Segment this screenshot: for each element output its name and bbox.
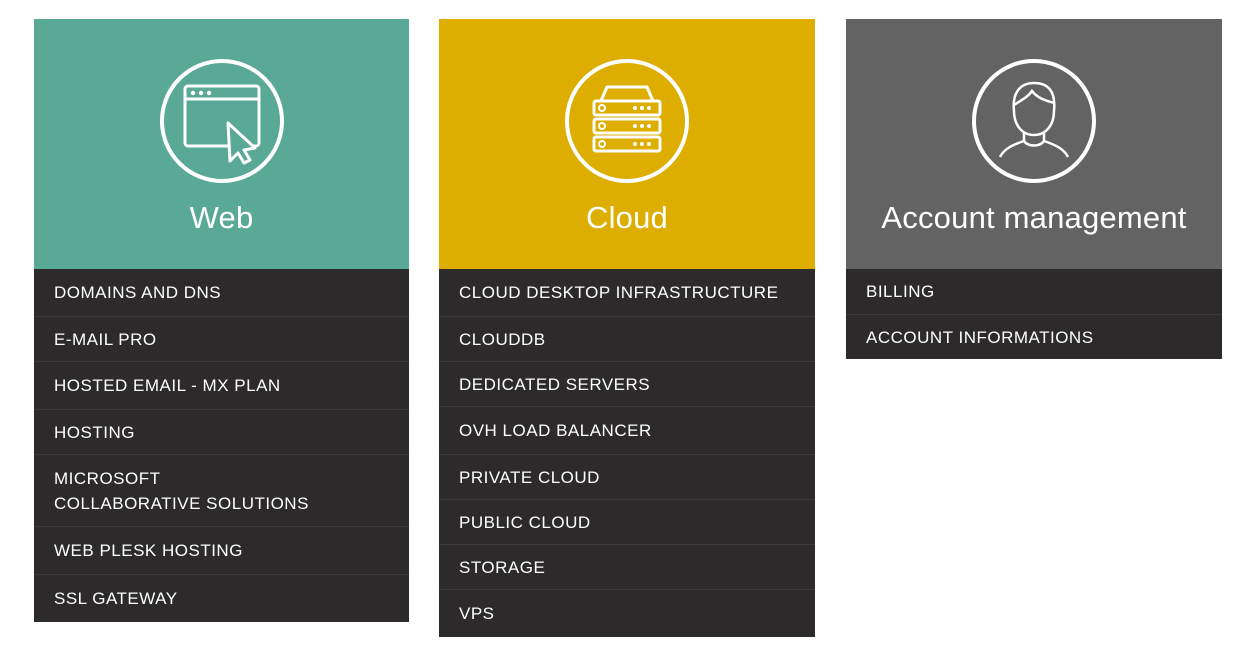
menu-item-email-pro[interactable]: E-MAIL PRO (34, 316, 409, 361)
menu-item-label-line1: MICROSOFT (54, 468, 161, 488)
web-card-header: Web (34, 19, 409, 269)
menu-item-vps[interactable]: VPS (439, 589, 815, 637)
account-card-title: Account management (881, 200, 1187, 235)
menu-item-public-cloud[interactable]: PUBLIC CLOUD (439, 499, 815, 544)
menu-item-billing[interactable]: BILLING (846, 269, 1222, 314)
account-card: Account management BILLING ACCOUNT INFOR… (846, 19, 1222, 359)
menu-item-account-informations[interactable]: ACCOUNT INFORMATIONS (846, 314, 1222, 359)
menu-item-private-cloud[interactable]: PRIVATE CLOUD (439, 454, 815, 499)
cloud-card-title: Cloud (586, 200, 668, 235)
web-menu: DOMAINS AND DNS E-MAIL PRO HOSTED EMAIL … (34, 269, 409, 622)
menu-item-dedicated-servers[interactable]: DEDICATED SERVERS (439, 361, 815, 406)
menu-item-storage[interactable]: STORAGE (439, 544, 815, 589)
cloud-menu: CLOUD DESKTOP INFRASTRUCTURE CLOUDDB DED… (439, 269, 815, 637)
web-card-title: Web (189, 200, 254, 235)
account-menu: BILLING ACCOUNT INFORMATIONS (846, 269, 1222, 359)
browser-cursor-icon (159, 59, 284, 183)
server-icon (565, 59, 689, 183)
menu-item-domains-and-dns[interactable]: DOMAINS AND DNS (34, 269, 409, 316)
menu-item-hosted-email-mx-plan[interactable]: HOSTED EMAIL - MX PLAN (34, 361, 409, 409)
menu-item-ovh-load-balancer[interactable]: OVH LOAD BALANCER (439, 406, 815, 454)
cloud-card-header: Cloud (439, 19, 815, 269)
web-card: Web DOMAINS AND DNS E-MAIL PRO HOSTED EM… (34, 19, 409, 622)
menu-item-hosting[interactable]: HOSTING (34, 409, 409, 454)
user-icon (972, 59, 1096, 183)
menu-item-cloud-desktop-infrastructure[interactable]: CLOUD DESKTOP INFRASTRUCTURE (439, 269, 815, 316)
menu-item-clouddb[interactable]: CLOUDDB (439, 316, 815, 361)
cloud-card: Cloud CLOUD DESKTOP INFRASTRUCTURE CLOUD… (439, 19, 815, 637)
menu-item-ssl-gateway[interactable]: SSL GATEWAY (34, 574, 409, 622)
menu-item-microsoft-collaborative-solutions[interactable]: MICROSOFT COLLABORATIVE SOLUTIONS (34, 454, 409, 526)
account-card-header: Account management (846, 19, 1222, 269)
menu-item-label-line2: COLLABORATIVE SOLUTIONS (54, 493, 309, 513)
menu-item-web-plesk-hosting[interactable]: WEB PLESK HOSTING (34, 526, 409, 574)
